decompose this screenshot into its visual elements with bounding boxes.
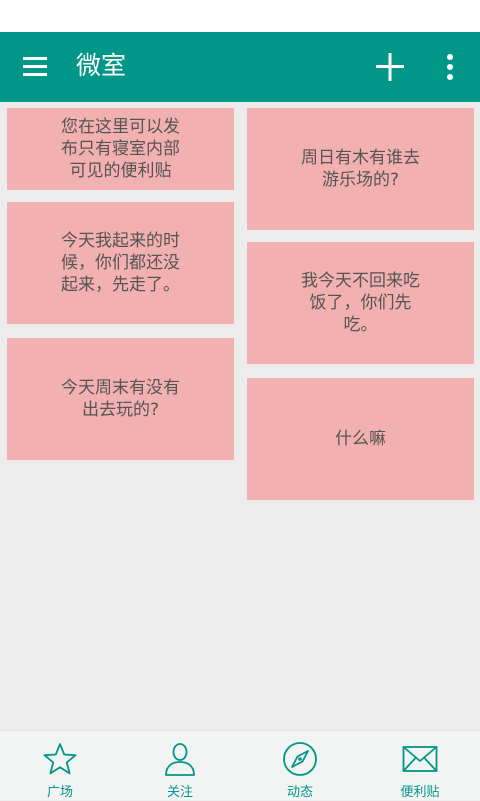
compass-icon	[283, 742, 317, 776]
app-title: 微室	[76, 51, 127, 80]
note-card[interactable]: 什么嘛	[247, 378, 474, 500]
add-note-button[interactable]	[370, 45, 410, 89]
note-text: 今天周末有没有出去玩的?	[61, 378, 180, 420]
hamburger-menu-icon	[23, 57, 47, 76]
note-card[interactable]: 我今天不回来吃饭了，你们先吃。	[247, 242, 474, 364]
note-card[interactable]: 您在这里可以发布只有寝室内部可见的便利贴	[7, 108, 234, 190]
more-options-button[interactable]	[436, 45, 464, 89]
nav-item-follow[interactable]: 关注	[120, 731, 240, 801]
app-bar: 微室	[0, 32, 480, 102]
person-icon	[165, 743, 195, 776]
note-text: 您在这里可以发布只有寝室内部可见的便利贴	[61, 117, 180, 181]
nav-label: 广场	[46, 785, 73, 800]
note-text: 今天我起来的时候，你们都还没起来，先走了。	[61, 231, 180, 295]
nav-label: 关注	[166, 785, 193, 800]
plus-icon	[376, 53, 404, 81]
note-text: 我今天不回来吃饭了，你们先吃。	[301, 271, 420, 335]
status-bar	[0, 0, 480, 32]
nav-item-feed[interactable]: 动态	[240, 731, 360, 801]
envelope-icon	[402, 746, 438, 772]
nav-label: 便利贴	[400, 785, 440, 800]
note-card[interactable]: 今天我起来的时候，你们都还没起来，先走了。	[7, 202, 234, 324]
note-card[interactable]: 周日有木有谁去游乐场的?	[247, 108, 474, 230]
nav-item-notes[interactable]: 便利贴	[360, 731, 480, 801]
menu-button[interactable]	[14, 47, 56, 87]
vertical-dots-icon	[447, 54, 453, 80]
nav-label: 动态	[286, 785, 313, 800]
note-card[interactable]: 今天周末有没有出去玩的?	[7, 338, 234, 460]
note-text: 周日有木有谁去游乐场的?	[301, 148, 420, 190]
nav-item-square[interactable]: 广场	[0, 731, 120, 801]
note-text: 什么嘛	[335, 429, 386, 449]
notes-grid: 您在这里可以发布只有寝室内部可见的便利贴 周日有木有谁去游乐场的? 今天我起来的…	[0, 102, 480, 730]
star-icon	[43, 743, 77, 775]
bottom-navigation: 广场 关注 动态 便利贴	[0, 730, 480, 800]
